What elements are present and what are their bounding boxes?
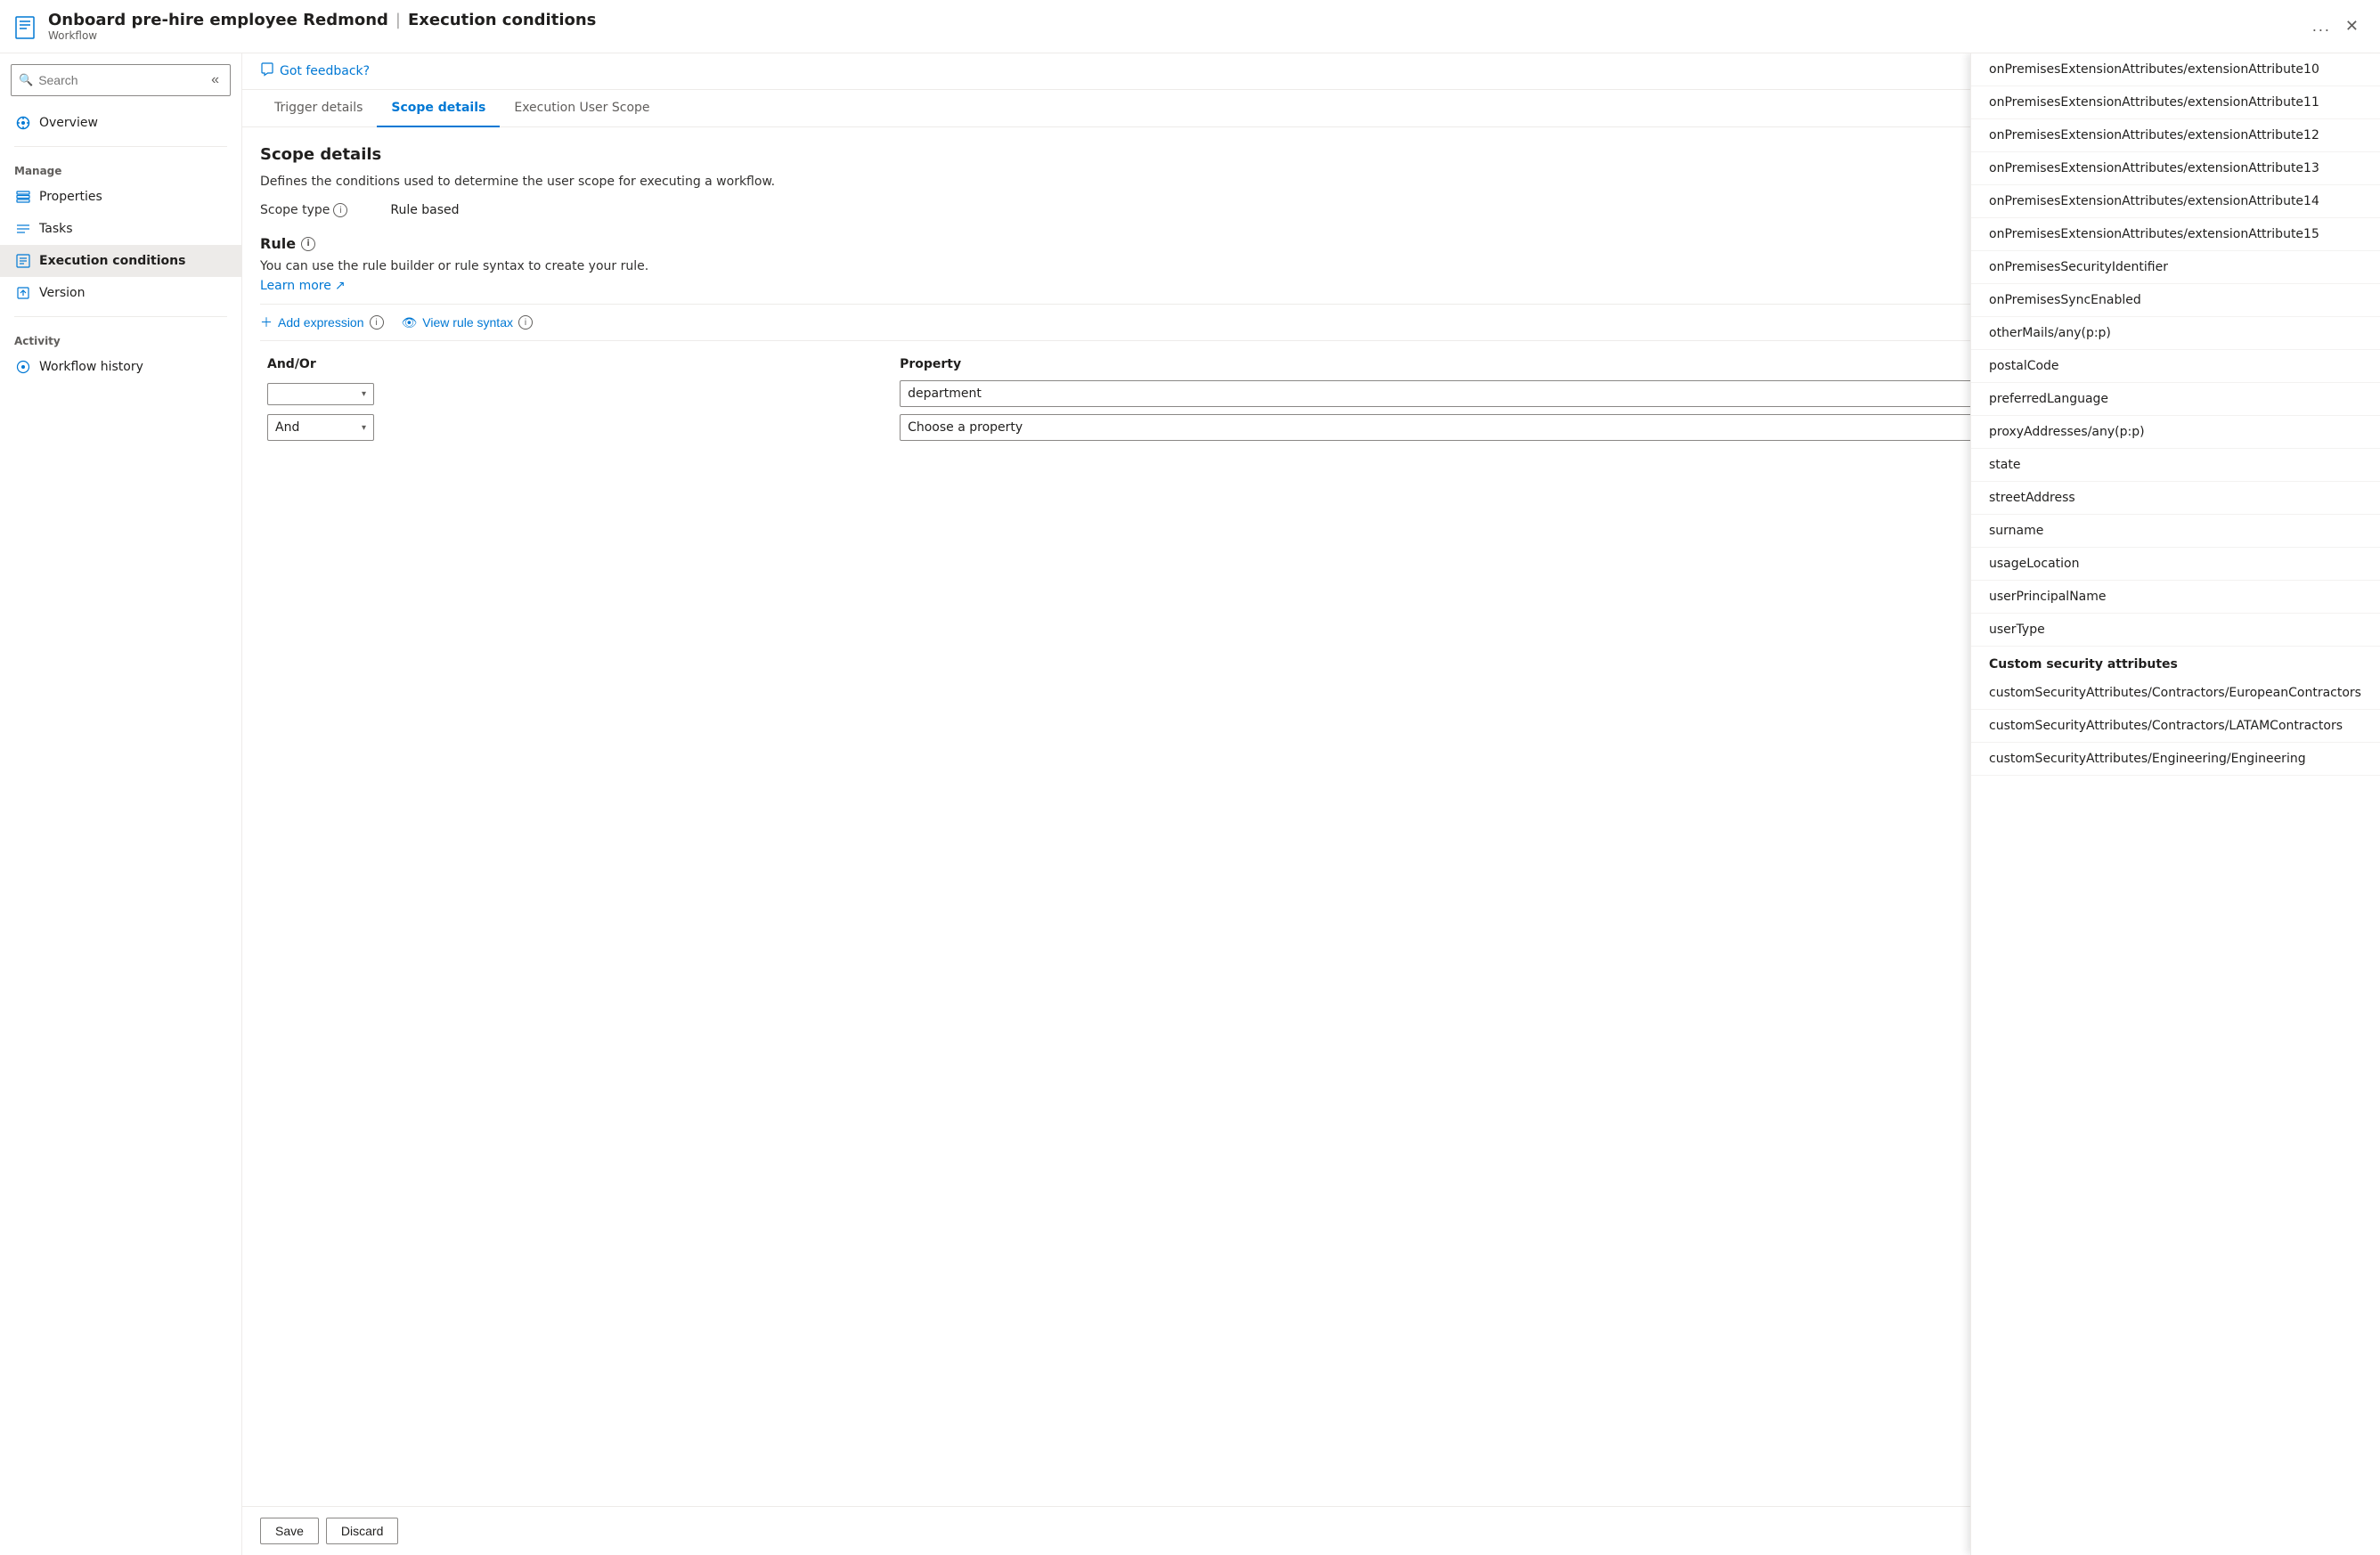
collapse-sidebar-button[interactable]: « bbox=[208, 70, 223, 90]
dropdown-list-item[interactable]: customSecurityAttributes/Contractors/LAT… bbox=[1971, 710, 2380, 743]
title-separator: | bbox=[395, 11, 401, 29]
learn-more-link[interactable]: Learn more ↗ bbox=[260, 279, 346, 293]
search-input[interactable] bbox=[38, 73, 202, 87]
dropdown-section-header: Custom security attributes bbox=[1971, 647, 2380, 677]
search-icon: 🔍 bbox=[19, 74, 33, 87]
title-subtext: Workflow bbox=[48, 29, 596, 42]
workflow-icon bbox=[14, 14, 39, 39]
add-expression-info-icon[interactable]: i bbox=[370, 315, 384, 330]
tasks-icon bbox=[14, 220, 32, 238]
dropdown-list-item[interactable]: usageLocation bbox=[1971, 548, 2380, 581]
rule-info-icon[interactable]: i bbox=[301, 237, 315, 251]
page-title: Onboard pre-hire employee Redmond | Exec… bbox=[48, 11, 596, 29]
more-options-button[interactable]: ... bbox=[2305, 13, 2338, 39]
dropdown-list-item[interactable]: onPremisesExtensionAttributes/extensionA… bbox=[1971, 119, 2380, 152]
sidebar-item-label: Workflow history bbox=[39, 360, 143, 374]
sidebar-item-label: Overview bbox=[39, 116, 98, 130]
dropdown-list-item[interactable]: onPremisesExtensionAttributes/extensionA… bbox=[1971, 86, 2380, 119]
dropdown-list-item[interactable]: userType bbox=[1971, 614, 2380, 647]
dropdown-list-item[interactable]: state bbox=[1971, 449, 2380, 482]
app-container: Onboard pre-hire employee Redmond | Exec… bbox=[0, 0, 2380, 1555]
version-icon bbox=[14, 284, 32, 302]
dropdown-list-item[interactable]: onPremisesExtensionAttributes/extensionA… bbox=[1971, 218, 2380, 251]
sidebar-item-properties[interactable]: Properties bbox=[0, 181, 241, 213]
and-or-value-2: And bbox=[275, 420, 299, 435]
dropdown-list-item[interactable]: surname bbox=[1971, 515, 2380, 548]
dropdown-list-item[interactable]: customSecurityAttributes/Contractors/Eur… bbox=[1971, 677, 2380, 710]
sidebar-divider-2 bbox=[14, 316, 227, 317]
sidebar-item-label: Tasks bbox=[39, 222, 73, 236]
feedback-text[interactable]: Got feedback? bbox=[280, 64, 370, 78]
sidebar-item-tasks[interactable]: Tasks bbox=[0, 213, 241, 245]
dropdown-list-item[interactable]: onPremisesSyncEnabled bbox=[1971, 284, 2380, 317]
discard-button[interactable]: Discard bbox=[326, 1518, 398, 1544]
sidebar: 🔍 « bbox=[0, 53, 242, 1555]
close-button[interactable]: ✕ bbox=[2338, 13, 2366, 39]
search-box[interactable]: 🔍 « bbox=[11, 64, 231, 96]
dropdown-list-item[interactable]: onPremisesExtensionAttributes/extensionA… bbox=[1971, 152, 2380, 185]
main-content: 🔍 « bbox=[0, 53, 2380, 1555]
manage-section-header: Manage bbox=[0, 154, 241, 181]
execution-conditions-icon bbox=[14, 252, 32, 270]
chevron-down-icon: ▾ bbox=[362, 389, 366, 399]
rule-title: Rule bbox=[260, 235, 296, 252]
page-subtitle: Execution conditions bbox=[408, 11, 596, 29]
save-button[interactable]: Save bbox=[260, 1518, 319, 1544]
property-dropdown-overlay: onPremisesExtensionAttributes/extensionA… bbox=[1970, 53, 2380, 1555]
sidebar-item-label: Version bbox=[39, 286, 85, 300]
dropdown-list-item[interactable]: preferredLanguage bbox=[1971, 383, 2380, 416]
sidebar-item-execution-conditions[interactable]: Execution conditions bbox=[0, 245, 241, 277]
view-rule-syntax-info-icon[interactable]: i bbox=[518, 315, 533, 330]
title-bar: Onboard pre-hire employee Redmond | Exec… bbox=[0, 0, 2380, 53]
dropdown-list-item[interactable]: onPremisesSecurityIdentifier bbox=[1971, 251, 2380, 284]
and-or-dropdown-1[interactable]: ▾ bbox=[267, 383, 374, 405]
tab-scope-details[interactable]: Scope details bbox=[377, 90, 500, 127]
plus-icon: ＋ bbox=[260, 313, 273, 331]
sidebar-item-overview[interactable]: Overview bbox=[0, 107, 241, 139]
sidebar-nav: Overview Manage Properties bbox=[0, 107, 241, 1544]
dropdown-list-item[interactable]: userPrincipalName bbox=[1971, 581, 2380, 614]
workflow-history-icon bbox=[14, 358, 32, 376]
properties-icon bbox=[14, 188, 32, 206]
external-link-icon: ↗ bbox=[335, 279, 346, 293]
dropdown-list-item[interactable]: onPremisesExtensionAttributes/extensionA… bbox=[1971, 185, 2380, 218]
feedback-icon bbox=[260, 62, 274, 80]
scope-type-value: Rule based bbox=[390, 203, 459, 217]
dropdown-list-item[interactable]: proxyAddresses/any(p:p) bbox=[1971, 416, 2380, 449]
scope-type-label: Scope type i bbox=[260, 203, 347, 217]
chevron-down-icon: ▾ bbox=[362, 423, 366, 433]
sidebar-item-version[interactable]: Version bbox=[0, 277, 241, 309]
add-expression-button[interactable]: ＋ Add expression i bbox=[260, 313, 384, 331]
column-and-or: And/Or bbox=[260, 352, 892, 377]
property-value-1: department bbox=[908, 387, 982, 401]
dropdown-list-item[interactable]: otherMails/any(p:p) bbox=[1971, 317, 2380, 350]
tab-trigger-details[interactable]: Trigger details bbox=[260, 90, 377, 127]
workflow-name: Onboard pre-hire employee Redmond bbox=[48, 11, 388, 29]
main-panel: Got feedback? Trigger details Scope deta… bbox=[242, 53, 2380, 1555]
scope-type-info-icon[interactable]: i bbox=[333, 203, 347, 217]
tab-execution-user-scope[interactable]: Execution User Scope bbox=[500, 90, 664, 127]
property-value-2: Choose a property bbox=[908, 420, 1023, 435]
activity-section-header: Activity bbox=[0, 324, 241, 351]
sidebar-item-label: Execution conditions bbox=[39, 254, 185, 268]
sidebar-divider bbox=[14, 146, 227, 147]
view-rule-syntax-icon: 👁 bbox=[402, 315, 418, 330]
dropdown-list-item[interactable]: postalCode bbox=[1971, 350, 2380, 383]
sidebar-item-label: Properties bbox=[39, 190, 102, 204]
title-bar-left: Onboard pre-hire employee Redmond | Exec… bbox=[14, 11, 2305, 42]
and-or-dropdown-2[interactable]: And ▾ bbox=[267, 414, 374, 441]
dropdown-list-item[interactable]: onPremisesExtensionAttributes/extensionA… bbox=[1971, 53, 2380, 86]
sidebar-item-workflow-history[interactable]: Workflow history bbox=[0, 351, 241, 383]
view-rule-syntax-button[interactable]: 👁 View rule syntax i bbox=[402, 315, 533, 330]
dropdown-list-item[interactable]: streetAddress bbox=[1971, 482, 2380, 515]
overview-icon bbox=[14, 114, 32, 132]
title-text-group: Onboard pre-hire employee Redmond | Exec… bbox=[48, 11, 596, 42]
dropdown-list-item[interactable]: customSecurityAttributes/Engineering/Eng… bbox=[1971, 743, 2380, 776]
dropdown-list: onPremisesExtensionAttributes/extensionA… bbox=[1971, 53, 2380, 776]
